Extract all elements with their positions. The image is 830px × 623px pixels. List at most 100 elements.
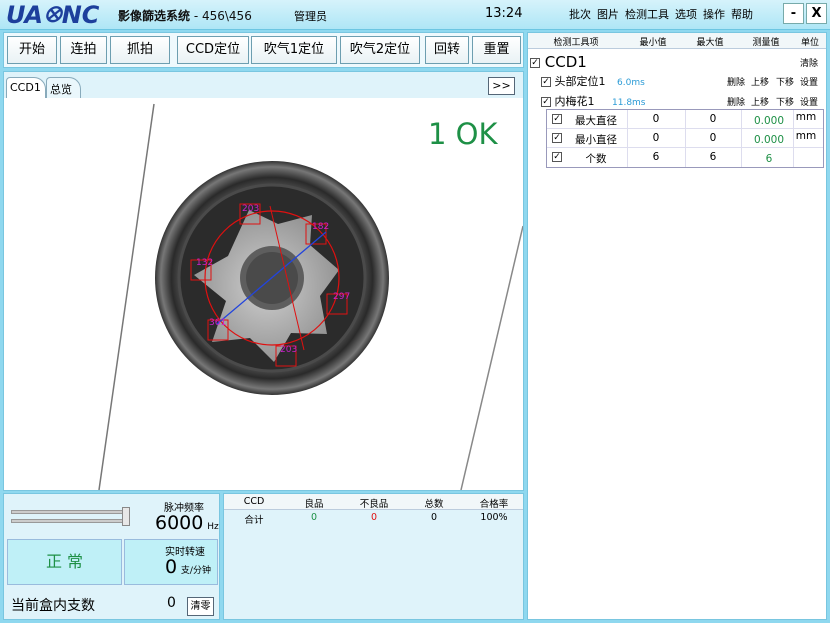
stats-pass-rate: 100%: [480, 512, 508, 523]
row-max[interactable]: 0: [685, 132, 741, 144]
row-max[interactable]: 0: [685, 113, 741, 125]
pulse-unit: Hz: [207, 522, 219, 532]
blow1-locate-button[interactable]: 吹气1定位: [251, 36, 337, 64]
pulse-slider-track[interactable]: [11, 510, 124, 514]
stats-header-rate: 合格率: [479, 499, 509, 510]
header-unit: 单位: [800, 38, 819, 48]
start-button[interactable]: 开始: [7, 36, 57, 64]
speed-box: 实时转速 0 支/分钟: [124, 539, 218, 585]
row-name: 个数: [585, 153, 607, 165]
row-checkbox[interactable]: ✓: [552, 133, 562, 143]
stats-total-count: 0: [430, 512, 438, 523]
blow2-locate-button[interactable]: 吹气2定位: [340, 36, 420, 64]
row-value: 0.000: [753, 134, 785, 146]
row-min[interactable]: 0: [627, 113, 685, 125]
app-name: 影像篩选系统: [118, 9, 191, 23]
box-count-label: 当前盒内支数: [11, 598, 95, 614]
tool-inner-torx-checkbox[interactable]: ✓: [541, 97, 551, 107]
row-max[interactable]: 6: [685, 151, 741, 163]
tool-torx-move-down[interactable]: 下移: [776, 95, 794, 108]
pulse-value: 6000: [155, 512, 204, 534]
pulse-slider-handle[interactable]: [122, 507, 130, 526]
menu-operations[interactable]: 操作: [703, 6, 725, 22]
rotate-button[interactable]: 回转: [425, 36, 469, 64]
menu-help[interactable]: 帮助: [731, 6, 753, 22]
tool-table-header: 检测工具项 最小值 最大值 测量值 单位: [528, 33, 826, 49]
measure-label: 182: [312, 222, 329, 232]
tool-head-move-up[interactable]: 上移: [751, 75, 769, 88]
measure-label: 132: [196, 258, 213, 268]
tool-inner-torx-name: 内梅花1: [554, 95, 595, 108]
clear-tools-link[interactable]: 清除: [800, 56, 818, 69]
top-menu: 批次 图片 检测工具 选项 操作 帮助: [569, 6, 753, 22]
camera-panel: CCD1 总览 >> 203 182 132 297 361 203 1 OK: [3, 71, 524, 491]
reset-button[interactable]: 重置: [472, 36, 521, 64]
tab-overview[interactable]: 总览: [46, 77, 81, 98]
title-bar: UAꕕNC 影像篩选系统 - 456\456 管理员 13:24 批次 图片 检…: [0, 0, 830, 30]
row-min[interactable]: 6: [627, 151, 685, 163]
pulse-slider-track-lower[interactable]: [11, 519, 124, 523]
speed-readout: 0 支/分钟: [165, 556, 211, 578]
stats-header-bad: 不良品: [359, 499, 389, 510]
expand-button[interactable]: >>: [488, 77, 515, 95]
app-title: 影像篩选系统 - 456\456: [118, 7, 252, 24]
row-checkbox[interactable]: ✓: [552, 152, 562, 162]
menu-options[interactable]: 选项: [675, 6, 697, 22]
tool-head-locate-time: 6.0ms: [617, 78, 645, 88]
tool-head-locate-name: 头部定位1: [554, 75, 606, 88]
clear-count-button[interactable]: 清零: [187, 597, 214, 616]
tab-ccd1[interactable]: CCD1: [6, 77, 46, 98]
tool-head-move-down[interactable]: 下移: [776, 75, 794, 88]
box-count-value: 0: [167, 595, 176, 611]
inspection-result: 1 OK: [428, 117, 498, 151]
capture-button[interactable]: 抓拍: [110, 36, 170, 64]
tool-torx-move-up[interactable]: 上移: [751, 95, 769, 108]
row-unit: mm: [795, 111, 817, 123]
camera-viewport[interactable]: 203 182 132 297 361 203 1 OK: [4, 98, 523, 490]
header-measured: 测量值: [752, 38, 780, 48]
continuous-shot-button[interactable]: 连拍: [60, 36, 107, 64]
menu-batch[interactable]: 批次: [569, 6, 591, 22]
row-min[interactable]: 0: [627, 132, 685, 144]
pulse-readout: 6000 Hz: [155, 512, 219, 534]
minimize-button[interactable]: -: [783, 3, 804, 24]
stats-good-count: 0: [310, 512, 318, 523]
stats-row-label: 合计: [244, 515, 264, 526]
tool-head-settings[interactable]: 设置: [800, 75, 818, 88]
row-value: 0.000: [753, 115, 785, 127]
camera-tabs: CCD1 总览 >>: [4, 72, 523, 98]
toolbar: 开始 连拍 抓拍 CCD定位 吹气1定位 吹气2定位 回转 重置: [3, 32, 524, 68]
tool-panel: 检测工具项 最小值 最大值 测量值 单位 ✓ CCD1 清除 ✓ 头部定位1 6…: [527, 32, 827, 620]
tool-torx-delete[interactable]: 删除: [727, 95, 745, 108]
status-box: 正 常: [7, 539, 122, 585]
speed-value: 0: [165, 556, 178, 578]
header-max: 最大值: [696, 38, 724, 48]
row-value: 6: [765, 153, 773, 165]
measure-label: 203: [280, 345, 297, 355]
control-panel: 脉冲频率 6000 Hz 正 常 实时转速 0 支/分钟 当前盒内支数 0 清零: [3, 493, 220, 620]
ccd1-checkbox[interactable]: ✓: [530, 57, 540, 68]
stats-header-total: 总数: [424, 499, 444, 510]
close-button[interactable]: X: [806, 3, 827, 24]
stats-header-good: 良品: [304, 499, 324, 510]
measure-label: 361: [209, 318, 226, 328]
tool-torx-settings[interactable]: 设置: [800, 95, 818, 108]
row-unit: mm: [795, 130, 817, 142]
measure-label: 297: [333, 292, 350, 302]
stats-bad-count: 0: [370, 512, 378, 523]
tool-head-locate[interactable]: ✓ 头部定位1 6.0ms: [541, 73, 645, 89]
header-tool-item: 检测工具项: [553, 38, 599, 48]
tool-inner-torx[interactable]: ✓ 内梅花1 11.8ms: [541, 93, 646, 109]
statistics-panel: CCD 良品 不良品 总数 合格率 合计 0 0 0 100%: [223, 493, 524, 620]
app-subtitle: - 456\456: [190, 9, 252, 23]
stats-header-ccd: CCD: [243, 496, 265, 507]
row-checkbox[interactable]: ✓: [552, 114, 562, 124]
tool-inner-torx-time: 11.8ms: [612, 98, 646, 108]
ccd1-node[interactable]: ✓ CCD1: [530, 53, 587, 71]
ccd-locate-button[interactable]: CCD定位: [177, 36, 249, 64]
menu-images[interactable]: 图片: [597, 6, 619, 22]
user-role: 管理员: [294, 10, 327, 23]
menu-inspection-tools[interactable]: 检测工具: [625, 6, 669, 22]
tool-head-delete[interactable]: 删除: [727, 75, 745, 88]
tool-head-locate-checkbox[interactable]: ✓: [541, 77, 551, 87]
